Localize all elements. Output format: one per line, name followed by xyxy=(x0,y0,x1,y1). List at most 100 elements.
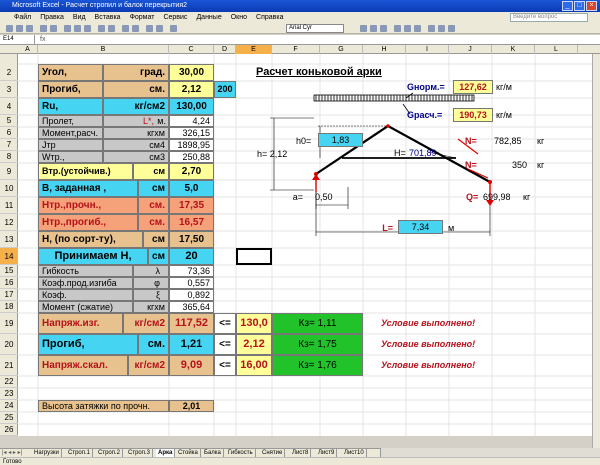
row-header[interactable]: 23 xyxy=(0,388,18,400)
row-header[interactable]: 18 xyxy=(0,301,18,313)
copy-icon[interactable] xyxy=(74,25,81,32)
fill-color-icon[interactable] xyxy=(438,25,445,32)
zoom-icon[interactable] xyxy=(170,25,177,32)
column-headers: A B C D E F G H I J K L xyxy=(0,45,600,54)
sort-icon[interactable] xyxy=(132,25,139,32)
menu-bar: Файл Правка Вид Вставка Формат Сервис Да… xyxy=(0,12,600,23)
row-header[interactable]: 5 xyxy=(0,115,18,127)
row-header[interactable]: 3 xyxy=(0,81,18,98)
menu-window[interactable]: Окно xyxy=(231,12,247,23)
l-value[interactable]: 7,34 xyxy=(398,220,443,234)
row-header[interactable]: 25 xyxy=(0,412,18,424)
menu-format[interactable]: Формат xyxy=(130,12,155,23)
close-icon[interactable]: × xyxy=(586,1,597,11)
preview-icon[interactable] xyxy=(50,25,57,32)
chart-icon[interactable] xyxy=(146,25,153,32)
row-header[interactable]: 16 xyxy=(0,277,18,289)
help-search-input[interactable]: Введите вопрос xyxy=(510,13,588,22)
l-label: L= xyxy=(382,223,393,233)
menu-insert[interactable]: Вставка xyxy=(95,12,121,23)
col-header-a[interactable]: A xyxy=(18,45,38,54)
worksheet-grid[interactable]: Угол, град. 30,00 Прогиб, см. 2,12 200 R… xyxy=(18,54,600,436)
menu-data[interactable]: Данные xyxy=(196,12,221,23)
qcalc-label: Gрасч.= xyxy=(407,110,443,120)
menu-edit[interactable]: Правка xyxy=(40,12,64,23)
redo-icon[interactable] xyxy=(108,25,115,32)
col-header-g[interactable]: G xyxy=(320,45,363,54)
menu-tools[interactable]: Сервис xyxy=(163,12,187,23)
qcalc-value[interactable]: 190,73 xyxy=(453,108,493,122)
col-header-i[interactable]: I xyxy=(406,45,449,54)
save-icon[interactable] xyxy=(26,25,33,32)
font-name-select[interactable]: Arial Cyr xyxy=(286,24,344,33)
menu-file[interactable]: Файл xyxy=(14,12,31,23)
row-header[interactable]: 14 xyxy=(0,248,18,265)
row-header[interactable]: 21 xyxy=(0,355,18,376)
row-header[interactable]: 19 xyxy=(0,313,18,334)
title-bar: Microsoft Excel - Расчет стропил и балок… xyxy=(0,0,600,12)
vertical-scrollbar[interactable] xyxy=(592,54,600,448)
h0-value[interactable]: 1,83 xyxy=(318,133,363,147)
a-label: a= xyxy=(292,192,303,202)
borders-icon[interactable] xyxy=(428,25,435,32)
row-header[interactable]: 7 xyxy=(0,139,18,151)
row-header[interactable]: 13 xyxy=(0,231,18,248)
formula-bar: E14 fx xyxy=(0,35,600,45)
l-unit: м xyxy=(448,223,455,233)
row-header[interactable]: 9 xyxy=(0,163,18,180)
col-header-e[interactable]: E xyxy=(236,45,272,54)
h-force-value: 701,89 xyxy=(409,148,437,158)
horizontal-scrollbar[interactable] xyxy=(380,448,600,457)
drawing-icon[interactable] xyxy=(156,25,163,32)
status-bar: Готово xyxy=(0,457,600,465)
q-value: 699,98 xyxy=(483,192,511,202)
col-header-k[interactable]: K xyxy=(492,45,535,54)
row-header[interactable]: 6 xyxy=(0,127,18,139)
row-header[interactable]: 11 xyxy=(0,197,18,214)
align-center-icon[interactable] xyxy=(404,25,411,32)
col-header-h[interactable]: H xyxy=(363,45,406,54)
align-right-icon[interactable] xyxy=(414,25,421,32)
cut-icon[interactable] xyxy=(64,25,71,32)
italic-icon[interactable] xyxy=(370,25,377,32)
fx-icon[interactable]: fx xyxy=(40,36,45,43)
sum-icon[interactable] xyxy=(122,25,129,32)
col-header-c[interactable]: C xyxy=(169,45,214,54)
col-header-b[interactable]: B xyxy=(38,45,169,54)
open-icon[interactable] xyxy=(16,25,23,32)
undo-icon[interactable] xyxy=(98,25,105,32)
row-header[interactable]: 10 xyxy=(0,180,18,197)
n1-unit: кг xyxy=(537,136,545,146)
print-icon[interactable] xyxy=(40,25,47,32)
qnorm-unit: кг/м xyxy=(496,82,512,92)
h-force-label: H= xyxy=(394,148,406,158)
n1-value: 782,85 xyxy=(494,136,522,146)
minimize-icon[interactable]: _ xyxy=(562,1,573,11)
row-header[interactable]: 20 xyxy=(0,334,18,355)
row-header[interactable]: 8 xyxy=(0,151,18,163)
bold-icon[interactable] xyxy=(360,25,367,32)
row-header[interactable]: 26 xyxy=(0,424,18,436)
maximize-icon[interactable]: □ xyxy=(574,1,585,11)
col-header-f[interactable]: F xyxy=(272,45,320,54)
row-header[interactable]: 12 xyxy=(0,214,18,231)
underline-icon[interactable] xyxy=(380,25,387,32)
row-header[interactable]: 24 xyxy=(0,400,18,412)
menu-view[interactable]: Вид xyxy=(73,12,86,23)
row-header[interactable]: 15 xyxy=(0,265,18,277)
row-header[interactable]: 4 xyxy=(0,98,18,115)
col-header-d[interactable]: D xyxy=(214,45,236,54)
font-color-icon[interactable] xyxy=(448,25,455,32)
menu-help[interactable]: Справка xyxy=(256,12,283,23)
row-header[interactable]: 2 xyxy=(0,64,18,81)
row-header[interactable]: 17 xyxy=(0,289,18,301)
col-header-j[interactable]: J xyxy=(449,45,492,54)
paste-icon[interactable] xyxy=(84,25,91,32)
h0-label: h0= xyxy=(296,136,312,146)
align-left-icon[interactable] xyxy=(394,25,401,32)
qnorm-value[interactable]: 127,62 xyxy=(453,80,493,94)
row-header[interactable]: 22 xyxy=(0,376,18,388)
name-box[interactable]: E14 xyxy=(1,35,35,44)
new-icon[interactable] xyxy=(6,25,13,32)
col-header-l[interactable]: L xyxy=(535,45,578,54)
